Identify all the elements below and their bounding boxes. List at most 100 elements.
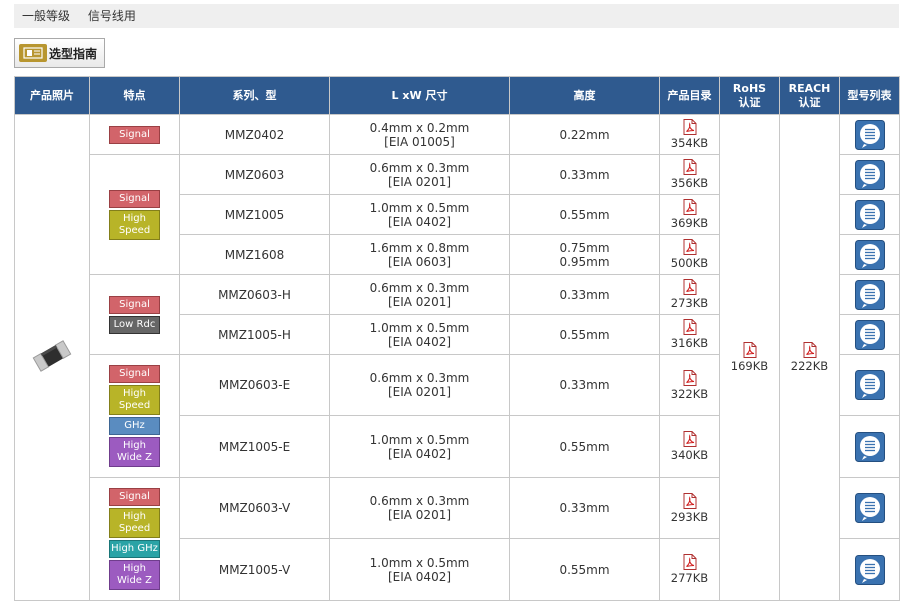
part-list-cell[interactable]	[839, 114, 900, 155]
series-cell[interactable]: MMZ1005-E	[179, 415, 330, 478]
part-list-icon[interactable]	[854, 119, 885, 150]
catalog-size[interactable]: 369KB	[671, 216, 708, 230]
feature-tag-low-rdc: Low Rdc	[109, 315, 160, 334]
part-list-cell[interactable]	[839, 234, 900, 275]
pdf-icon[interactable]	[683, 554, 697, 570]
pdf-icon[interactable]	[743, 342, 757, 358]
series-cell[interactable]: MMZ0603-V	[179, 477, 330, 539]
selection-guide-button[interactable]: 选型指南	[14, 38, 105, 68]
catalog-cell[interactable]: 356KB	[659, 154, 720, 195]
size-cell: 1.0mm x 0.5mm [EIA 0402]	[329, 415, 510, 478]
height-cell: 0.33mm	[509, 354, 660, 416]
pdf-icon[interactable]	[683, 319, 697, 335]
rohs-cell[interactable]: 169KB	[719, 114, 780, 601]
catalog-size[interactable]: 322KB	[671, 387, 708, 401]
feature-tag-signal: Signal	[109, 189, 160, 208]
series-cell[interactable]: MMZ1005-H	[179, 314, 330, 355]
series-cell[interactable]: MMZ1608	[179, 234, 330, 275]
size-cell: 1.0mm x 0.5mm [EIA 0402]	[329, 194, 510, 235]
catalog-cell[interactable]: 273KB	[659, 274, 720, 315]
size-cell: 1.0mm x 0.5mm [EIA 0402]	[329, 314, 510, 355]
catalog-size[interactable]: 356KB	[671, 176, 708, 190]
pdf-icon[interactable]	[683, 199, 697, 215]
part-list-cell[interactable]	[839, 415, 900, 478]
part-list-cell[interactable]	[839, 354, 900, 416]
feature-tag-signal: Signal	[109, 488, 160, 506]
pdf-icon[interactable]	[683, 369, 697, 386]
pdf-icon[interactable]	[683, 159, 697, 175]
part-list-icon[interactable]	[854, 279, 885, 310]
breadcrumb: 一般等级 信号线用	[14, 4, 899, 28]
feature-tag-high-wide-z: High Wide Z	[109, 437, 160, 467]
height-cell: 0.33mm	[509, 154, 660, 195]
pdf-icon[interactable]	[683, 431, 697, 447]
breadcrumb-grade[interactable]: 一般等级	[22, 9, 70, 23]
catalog-cell[interactable]: 322KB	[659, 354, 720, 416]
series-cell[interactable]: MMZ1005-V	[179, 538, 330, 601]
catalog-cell[interactable]: 316KB	[659, 314, 720, 355]
catalog-size[interactable]: 500KB	[671, 256, 708, 270]
series-cell[interactable]: MMZ0603	[179, 154, 330, 195]
part-list-cell[interactable]	[839, 194, 900, 235]
height-cell: 0.55mm	[509, 194, 660, 235]
catalog-cell[interactable]: 277KB	[659, 538, 720, 601]
height-cell: 0.55mm	[509, 415, 660, 478]
features-cell: Signal High Speed High GHz High Wide Z	[89, 477, 180, 601]
table-row: Signal MMZ0402 0.4mm x 0.2mm [EIA 01005] 0.2…	[14, 114, 900, 601]
series-cell[interactable]: MMZ0603-E	[179, 354, 330, 416]
part-list-icon[interactable]	[854, 319, 885, 350]
rohs-size[interactable]: 169KB	[731, 359, 768, 373]
catalog-size[interactable]: 340KB	[671, 448, 708, 462]
catalog-cell[interactable]: 500KB	[659, 234, 720, 275]
pdf-icon[interactable]	[683, 119, 697, 135]
part-list-icon[interactable]	[854, 493, 885, 523]
catalog-cell[interactable]: 293KB	[659, 477, 720, 539]
guide-icon	[19, 44, 47, 62]
series-cell[interactable]: MMZ0402	[179, 114, 330, 155]
part-list-cell[interactable]	[839, 477, 900, 539]
catalog-size[interactable]: 293KB	[671, 510, 708, 524]
catalog-cell[interactable]: 354KB	[659, 114, 720, 155]
pdf-icon[interactable]	[683, 279, 697, 295]
catalog-size[interactable]: 316KB	[671, 336, 708, 350]
catalog-cell[interactable]: 340KB	[659, 415, 720, 478]
product-photo	[14, 114, 90, 601]
col-part-list: 型号列表	[839, 76, 900, 115]
col-features: 特点	[89, 76, 180, 115]
pdf-icon[interactable]	[803, 342, 817, 358]
part-list-icon[interactable]	[854, 159, 885, 190]
part-list-icon[interactable]	[854, 431, 885, 462]
catalog-size[interactable]: 277KB	[671, 571, 708, 585]
pdf-icon[interactable]	[683, 492, 697, 509]
reach-size[interactable]: 222KB	[791, 359, 828, 373]
product-table: 产品照片 特点 系列、型 L xW 尺寸 高度 产品目录 RoHS 认证 REAC…	[14, 76, 900, 601]
reach-cell[interactable]: 222KB	[779, 114, 840, 601]
part-list-cell[interactable]	[839, 314, 900, 355]
chip-component-image	[15, 335, 89, 380]
size-cell: 0.4mm x 0.2mm [EIA 01005]	[329, 114, 510, 155]
part-list-icon[interactable]	[854, 554, 885, 585]
series-cell[interactable]: MMZ1005	[179, 194, 330, 235]
series-cell[interactable]: MMZ0603-H	[179, 274, 330, 315]
breadcrumb-category[interactable]: 信号线用	[88, 9, 136, 23]
size-cell: 0.6mm x 0.3mm [EIA 0201]	[329, 154, 510, 195]
catalog-size[interactable]: 273KB	[671, 296, 708, 310]
catalog-cell[interactable]: 369KB	[659, 194, 720, 235]
feature-tag-ghz: GHz	[109, 417, 160, 435]
pdf-icon[interactable]	[683, 239, 697, 255]
height-cell: 0.22mm	[509, 114, 660, 155]
feature-tag-high-speed: High Speed	[109, 385, 160, 415]
part-list-cell[interactable]	[839, 274, 900, 315]
part-list-icon[interactable]	[854, 199, 885, 230]
part-list-cell[interactable]	[839, 154, 900, 195]
part-list-icon[interactable]	[854, 239, 885, 270]
col-size: L xW 尺寸	[329, 76, 510, 115]
size-cell: 0.6mm x 0.3mm [EIA 0201]	[329, 274, 510, 315]
part-list-cell[interactable]	[839, 538, 900, 601]
part-list-icon[interactable]	[854, 370, 885, 400]
size-cell: 0.6mm x 0.3mm [EIA 0201]	[329, 354, 510, 416]
col-rohs: RoHS 认证	[719, 76, 780, 115]
catalog-size[interactable]: 354KB	[671, 136, 708, 150]
features-cell: Signal Low Rdc	[89, 274, 180, 355]
feature-tag-high-speed: High Speed	[109, 508, 160, 538]
